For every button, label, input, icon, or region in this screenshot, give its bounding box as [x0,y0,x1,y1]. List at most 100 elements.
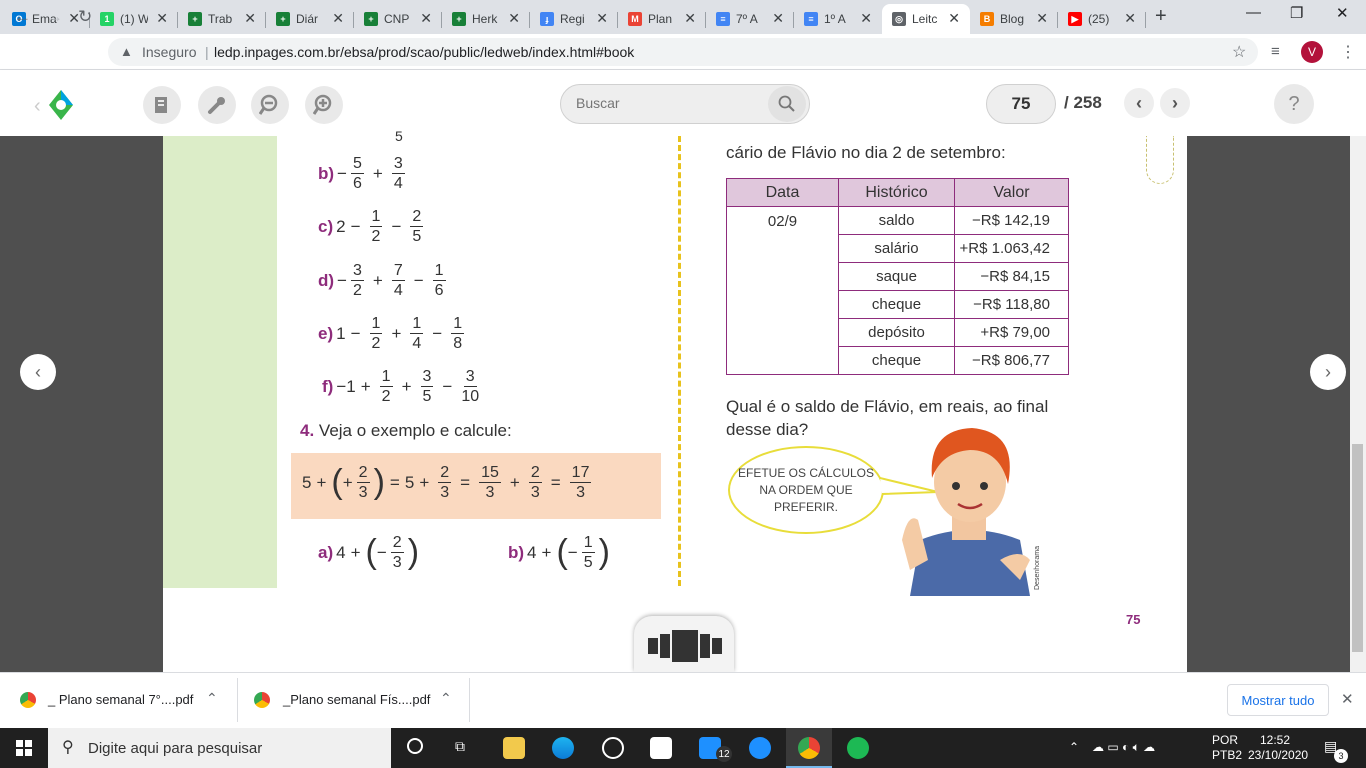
mail-badge: 12 [716,746,732,762]
books-icon [155,97,167,113]
next-page-arrow-icon[interactable]: › [1310,354,1346,390]
close-window-icon[interactable]: ✕ [1336,4,1349,22]
warning-icon[interactable]: ▲ [120,44,133,59]
store-icon[interactable] [650,737,672,759]
tab-title: (1) W [120,12,148,26]
tab-close-icon[interactable]: ✕ [596,10,608,27]
help-button[interactable]: ? [1274,84,1314,124]
reader-search-input[interactable] [576,95,756,111]
tab-close-icon[interactable]: ✕ [948,10,960,27]
windows-start-icon[interactable] [16,740,32,756]
obs-icon[interactable] [602,737,624,759]
chevron-up-icon[interactable]: ⌃ [206,690,218,707]
forward-icon[interactable]: → [46,7,63,27]
margin-strip [163,136,277,588]
edge-icon[interactable] [552,737,574,759]
cortana-icon[interactable] [407,738,423,754]
zoom-in-button[interactable] [305,86,343,124]
download-item-1[interactable]: _ Plano semanal 7°....pdf [48,692,193,707]
previous-page-icon[interactable]: ‹ [1124,88,1154,118]
current-page-field[interactable]: 75 [986,84,1056,124]
tab-favicon-icon: + [364,12,378,26]
browser-tab[interactable]: ▶ (25) ✕ [1058,4,1146,34]
tab-close-icon[interactable]: ✕ [1036,10,1048,27]
next-page-icon[interactable]: › [1160,88,1190,118]
browser-tab[interactable]: ≡ 1º A ✕ [794,4,882,34]
tab-close-icon[interactable]: ✕ [684,10,696,27]
illustration-credit: Desenhorama [1034,546,1041,590]
download-divider [237,678,238,722]
scrollbar-thumb[interactable] [1352,444,1363,652]
menu-kebab-icon[interactable]: ⋮ [1340,42,1356,62]
browser-tab[interactable]: + Trab ✕ [178,4,266,34]
chrome-icon [254,692,270,708]
show-all-downloads-button[interactable]: Mostrar tudo [1227,684,1329,716]
exercise-4b: b) 4 +(−1 5) [508,533,610,571]
tab-title: Plan [648,12,673,26]
browser-tab[interactable]: ≡ 7º A ✕ [706,4,794,34]
tab-title: Blog [1000,12,1025,26]
cell-history: saque [838,262,955,291]
chevron-up-icon[interactable]: ⌃ [440,690,452,707]
new-tab-button[interactable]: + [1155,5,1167,28]
tab-close-icon[interactable]: ✕ [772,10,784,27]
search-icon: ⚲ [62,739,74,756]
tools-button[interactable] [198,86,236,124]
wrench-icon [208,97,225,114]
clock[interactable]: 12:52 23/10/2020 [1248,733,1308,763]
bookmark-ribbon-icon[interactable] [1146,136,1174,184]
cell-value: +R$ 1.063,42 [954,234,1069,263]
tab-close-icon[interactable]: ✕ [860,10,872,27]
browser-tab[interactable]: B Blog ✕ [970,4,1058,34]
search-icon [778,95,795,112]
profile-avatar[interactable]: V [1301,41,1323,63]
browser-tab[interactable]: 1 (1) W ✕ [90,4,178,34]
tab-close-icon[interactable]: ✕ [420,10,432,27]
previous-page-arrow-icon[interactable]: ‹ [20,354,56,390]
browser-tab[interactable]: + CNP ✕ [354,4,442,34]
minimize-icon[interactable]: — [1246,4,1261,21]
zoom-out-button[interactable] [251,86,289,124]
taskbar-search[interactable]: ⚲ Digite aqui para pesquisar [48,728,391,768]
safari-icon[interactable] [749,737,771,759]
browser-tab[interactable]: M Plan ✕ [618,4,706,34]
taskbar-search-text: Digite aqui para pesquisar [88,739,263,757]
browser-tab[interactable]: + Diár ✕ [266,4,354,34]
reading-list-icon[interactable]: ≡ [1271,43,1280,60]
tab-close-icon[interactable]: ✕ [332,10,344,27]
url-text[interactable]: ledp.inpages.com.br/ebsa/prod/scao/publi… [214,44,634,60]
tab-favicon-icon: B [980,12,994,26]
tab-favicon-icon: ≡ [804,12,818,26]
tray-chevron-icon[interactable]: ⌃ [1069,740,1079,754]
tab-favicon-icon: + [276,12,290,26]
maximize-icon[interactable]: ❐ [1290,4,1303,22]
downloads-bar [0,672,1366,728]
bookmark-star-icon[interactable]: ☆ [1232,42,1246,62]
cell-value: −R$ 142,19 [954,206,1069,235]
file-explorer-icon[interactable] [503,737,525,759]
task-view-icon[interactable]: ⧉ [455,738,465,755]
tab-close-icon[interactable]: ✕ [1124,10,1136,27]
browser-tab[interactable]: + Herk ✕ [442,4,530,34]
chrome-icon [20,692,36,708]
reader-search-button[interactable] [768,86,806,122]
tab-close-icon[interactable]: ✕ [244,10,256,27]
security-label[interactable]: Inseguro [142,44,196,60]
exercise-c: c) 2−1 2−2 5 [318,208,424,245]
question-4: 4. Veja o exemplo e calcule: [300,421,512,440]
tab-title: 7º A [736,12,758,26]
spotify-icon[interactable] [847,737,869,759]
thumbnails-toggle[interactable] [634,616,734,672]
close-downloads-icon[interactable]: ✕ [1341,690,1354,708]
browser-tab[interactable]: ◎ Leitc ✕ [882,4,970,34]
language-indicator[interactable]: POR PTB2 [1212,733,1242,763]
back-icon[interactable]: ← [14,7,31,27]
tab-close-icon[interactable]: ✕ [156,10,168,27]
reload-icon[interactable]: ↻ [78,7,92,27]
browser-tab[interactable]: ɟ Regi ✕ [530,4,618,34]
library-button[interactable] [143,86,181,124]
download-item-2[interactable]: _Plano semanal Fís....pdf [283,692,430,707]
tray-icons[interactable]: ☁ ▭ ◐ 🔈︎ ☁ [1092,740,1155,755]
tab-close-icon[interactable]: ✕ [508,10,520,27]
collapse-chevron-icon[interactable]: ‹ [34,95,41,118]
